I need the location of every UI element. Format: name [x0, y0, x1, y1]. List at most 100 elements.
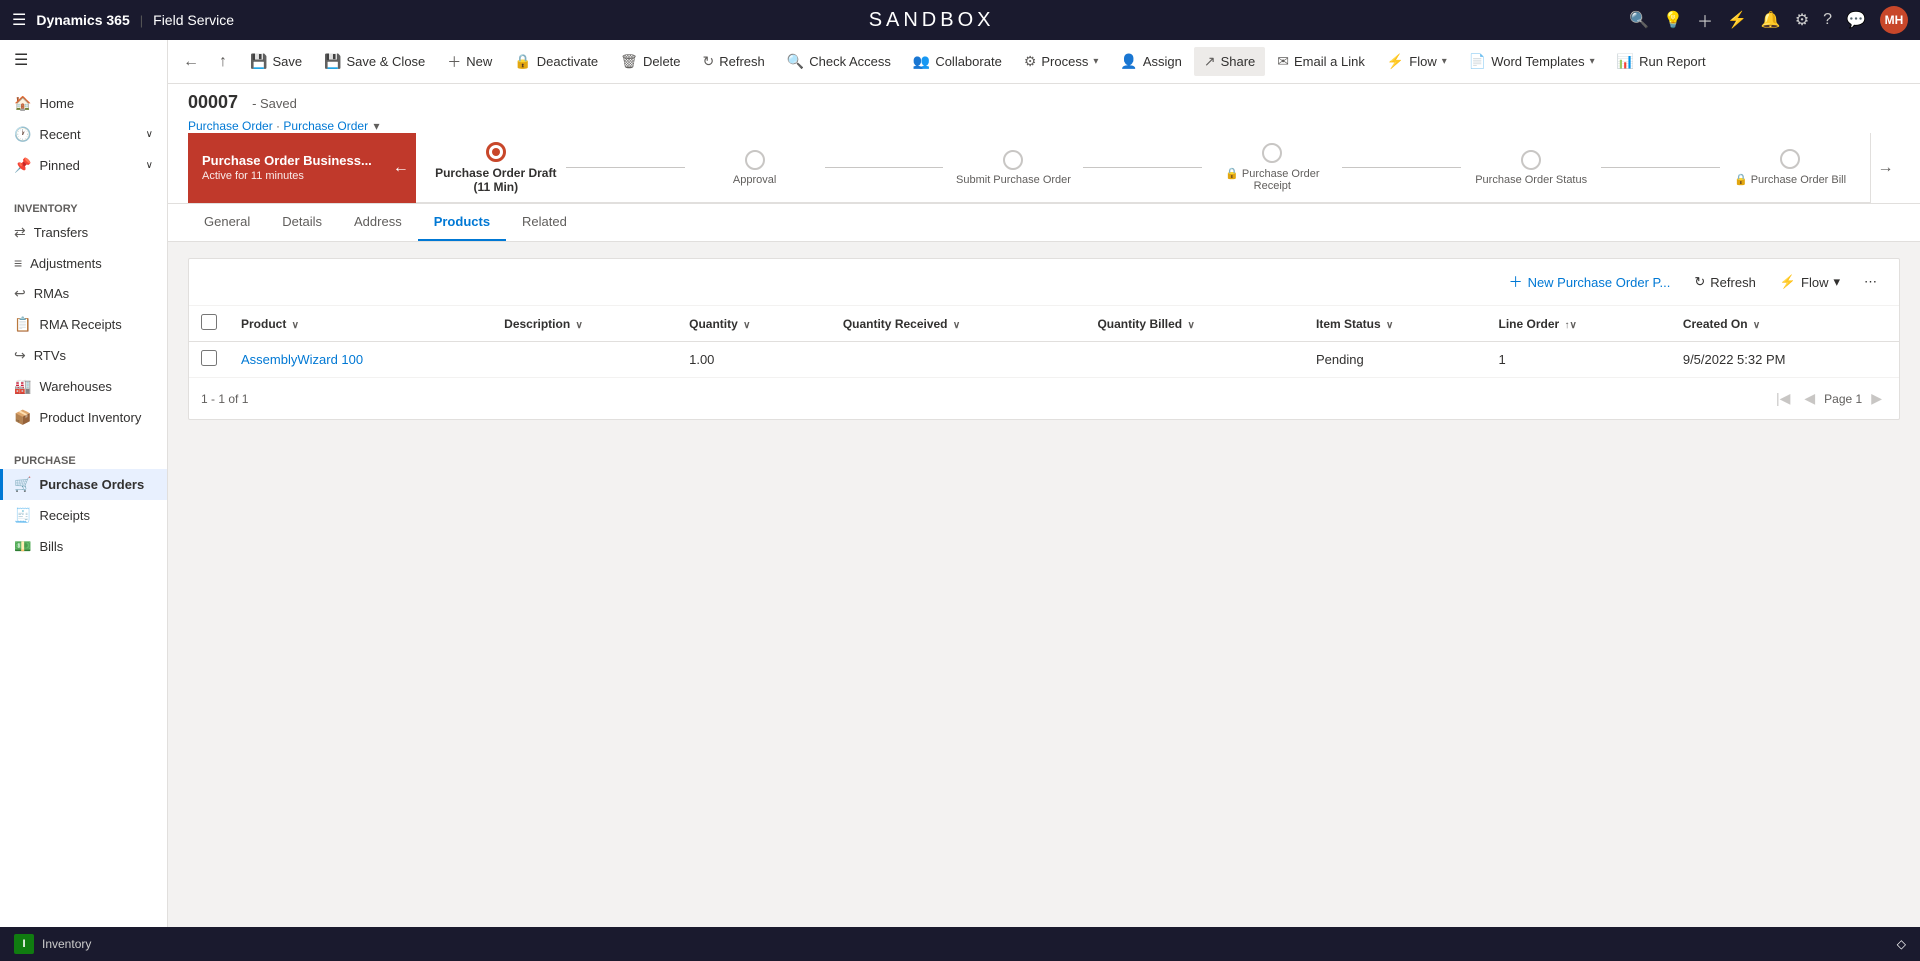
hamburger-icon[interactable]: ☰	[12, 10, 26, 30]
col-quantity[interactable]: Quantity ∨	[677, 306, 831, 342]
select-all-checkbox[interactable]	[201, 314, 217, 330]
plus-icon[interactable]: ＋	[1697, 8, 1713, 32]
process-stage-4[interactable]: Purchase Order Status	[1461, 150, 1601, 186]
sidebar-item-label: Home	[39, 96, 74, 111]
panel-flow-arrow-icon: ▾	[1833, 274, 1840, 290]
collaborate-button[interactable]: 👥 Collaborate	[903, 47, 1012, 76]
col-product[interactable]: Product ∨	[229, 306, 492, 342]
run-report-button[interactable]: 📊 Run Report	[1607, 47, 1716, 76]
stage-connector-4	[1601, 167, 1720, 168]
first-page-button[interactable]: |◀	[1771, 388, 1795, 409]
save-button[interactable]: 💾 Save	[240, 47, 312, 76]
tab-products[interactable]: Products	[418, 204, 506, 241]
email-link-button[interactable]: ✉ Email a Link	[1267, 47, 1375, 76]
next-page-button[interactable]: ▶	[1866, 388, 1887, 409]
bell-icon[interactable]: 🔔	[1761, 10, 1781, 30]
cell-item-status: Pending	[1304, 342, 1487, 378]
sidebar-item-pinned[interactable]: 📌 Pinned ∨	[0, 150, 167, 181]
sidebar-item-rmas[interactable]: ↩ RMAs	[0, 278, 167, 309]
cell-product[interactable]: AssemblyWizard 100	[229, 342, 492, 378]
sidebar-item-label: Purchase Orders	[39, 477, 144, 492]
tab-details[interactable]: Details	[266, 204, 338, 241]
deactivate-button[interactable]: 🔒 Deactivate	[504, 47, 608, 76]
settings-icon[interactable]: ⚙	[1795, 10, 1809, 30]
delete-label: Delete	[643, 54, 681, 69]
process-stage-2[interactable]: Submit Purchase Order	[943, 150, 1083, 186]
assign-button[interactable]: 👤 Assign	[1110, 47, 1191, 76]
sidebar-item-product-inventory[interactable]: 📦 Product Inventory	[0, 402, 167, 433]
record-header: 00007 - Saved Purchase Order · Purchase …	[168, 84, 1920, 204]
sidebar-hamburger[interactable]: ☰	[0, 40, 167, 80]
sidebar-item-rma-receipts[interactable]: 📋 RMA Receipts	[0, 309, 167, 340]
process-stage-0[interactable]: Purchase Order Draft (11 Min)	[426, 142, 566, 194]
breadcrumb-link-2[interactable]: Purchase Order	[283, 119, 368, 133]
sidebar-item-purchase-orders[interactable]: 🛒 Purchase Orders	[0, 469, 167, 500]
tab-related[interactable]: Related	[506, 204, 583, 241]
select-all-header[interactable]	[189, 306, 229, 342]
sidebar-item-recent[interactable]: 🕐 Recent ∨	[0, 119, 167, 150]
delete-button[interactable]: 🗑 Delete	[610, 47, 690, 76]
collaborate-label: Collaborate	[935, 54, 1002, 69]
check-access-button[interactable]: 🔍 Check Access	[777, 47, 901, 76]
panel-refresh-button[interactable]: ↻ Refresh	[1684, 269, 1765, 295]
new-button[interactable]: ＋ New	[437, 46, 502, 78]
process-stage-1[interactable]: Approval	[685, 150, 825, 186]
help-icon[interactable]: ?	[1823, 11, 1832, 29]
lightbulb-icon[interactable]: 💡	[1663, 10, 1683, 30]
breadcrumb-link-1[interactable]: Purchase Order	[188, 119, 273, 133]
row-checkbox-cell[interactable]	[189, 342, 229, 378]
save-close-button[interactable]: 💾 Save & Close	[314, 47, 435, 76]
panel-more-button[interactable]: ⋯	[1854, 269, 1887, 295]
sidebar-item-warehouses[interactable]: 🏭 Warehouses	[0, 371, 167, 402]
rmas-icon: ↩	[14, 285, 26, 302]
rma-receipts-icon: 📋	[14, 316, 31, 333]
check-access-label: Check Access	[809, 54, 891, 69]
tab-general[interactable]: General	[188, 204, 266, 241]
row-checkbox[interactable]	[201, 350, 217, 366]
sidebar-item-bills[interactable]: 💵 Bills	[0, 531, 167, 562]
chat-icon[interactable]: 💬	[1846, 10, 1866, 30]
search-icon[interactable]: 🔍	[1629, 10, 1649, 30]
forward-button[interactable]: ↑	[208, 47, 238, 77]
process-stage-5[interactable]: 🔒 Purchase Order Bill	[1720, 149, 1860, 186]
panel-flow-button[interactable]: ⚡ Flow ▾	[1770, 269, 1850, 295]
refresh-button[interactable]: ↻ Refresh	[693, 47, 775, 76]
product-link[interactable]: AssemblyWizard 100	[241, 352, 363, 367]
panel-flow-icon: ⚡	[1780, 274, 1796, 290]
main-layout: ☰ 🏠 Home 🕐 Recent ∨ 📌 Pinned ∨ Inventory	[0, 40, 1920, 961]
sidebar-item-receipts[interactable]: 🧾 Receipts	[0, 500, 167, 531]
refresh-label: Refresh	[719, 54, 765, 69]
col-line-order[interactable]: Line Order ↑∨	[1487, 306, 1671, 342]
share-button[interactable]: ↗ Share	[1194, 47, 1265, 76]
process-forward-arrow[interactable]: →	[1870, 133, 1900, 203]
active-stage-box[interactable]: Purchase Order Business... Active for 11…	[188, 133, 386, 203]
sidebar-item-adjustments[interactable]: ≡ Adjustments	[0, 248, 167, 278]
process-back-arrow[interactable]: ←	[386, 133, 416, 203]
refresh-icon: ↻	[703, 53, 715, 70]
col-item-status[interactable]: Item Status ∨	[1304, 306, 1487, 342]
col-quantity-received[interactable]: Quantity Received ∨	[831, 306, 1086, 342]
stage-label-4: Purchase Order Status	[1475, 174, 1587, 186]
expand-icon[interactable]: ◇	[1897, 937, 1906, 951]
tab-content: ＋ New Purchase Order P... ↻ Refresh ⚡ Fl…	[168, 242, 1920, 436]
word-templates-arrow-icon: ▾	[1590, 56, 1595, 67]
back-button[interactable]: ←	[176, 47, 206, 77]
prev-page-button[interactable]: ◀	[1799, 388, 1820, 409]
pagination-range: 1 - 1 of 1	[201, 392, 248, 406]
new-purchase-order-button[interactable]: ＋ New Purchase Order P...	[1499, 267, 1681, 297]
top-nav-icons: 🔍 💡 ＋ ⚡ 🔔 ⚙ ? 💬 MH	[1629, 6, 1908, 34]
avatar[interactable]: MH	[1880, 6, 1908, 34]
col-quantity-billed[interactable]: Quantity Billed ∨	[1085, 306, 1304, 342]
col-description[interactable]: Description ∨	[492, 306, 677, 342]
process-stage-3[interactable]: 🔒 Purchase Order Receipt	[1202, 143, 1342, 192]
sidebar-item-rtvs[interactable]: ↪ RTVs	[0, 340, 167, 371]
breadcrumb-dropdown-icon[interactable]: ▾	[373, 119, 379, 133]
sidebar-item-transfers[interactable]: ⇄ Transfers	[0, 217, 167, 248]
tab-address[interactable]: Address	[338, 204, 418, 241]
flow-button[interactable]: ⚡ Flow ▾	[1377, 47, 1457, 76]
sidebar-item-home[interactable]: 🏠 Home	[0, 88, 167, 119]
word-templates-button[interactable]: 📄 Word Templates ▾	[1459, 47, 1605, 76]
col-created-on[interactable]: Created On ∨	[1671, 306, 1899, 342]
filter-icon[interactable]: ⚡	[1727, 10, 1747, 30]
process-button[interactable]: ⚙ Process ▾	[1014, 47, 1109, 76]
